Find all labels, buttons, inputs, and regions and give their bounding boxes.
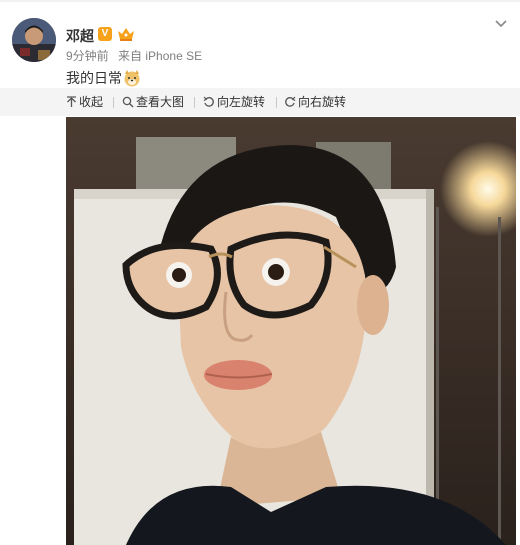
source-prefix: 来自 [118, 49, 143, 63]
user-avatar[interactable] [12, 18, 56, 62]
rotate-left-icon [203, 96, 214, 107]
arrow-up-icon [67, 96, 76, 107]
rotate-right-icon [285, 96, 296, 107]
view-large-label: 查看大图 [136, 95, 185, 109]
collapse-label: 收起 [79, 95, 104, 109]
post-source[interactable]: iPhone SE [145, 49, 202, 63]
rotate-left-button[interactable]: 向左旋转 [203, 88, 265, 116]
vip-crown-icon[interactable] [117, 26, 135, 42]
doge-emoji-icon [123, 69, 141, 90]
image-toolbar: 收起 查看大图 向左旋转 向右旋转 [0, 88, 520, 116]
post-photo[interactable] [66, 117, 516, 545]
post-text-content: 我的日常 [66, 70, 122, 86]
verified-icon: V [98, 27, 112, 41]
toolbar-divider [113, 97, 114, 108]
collapse-button[interactable]: 收起 [66, 88, 103, 116]
username[interactable]: 邓超 [66, 26, 94, 46]
rotate-right-button[interactable]: 向右旋转 [284, 88, 346, 116]
post-text: 我的日常 [66, 68, 141, 90]
post-time[interactable]: 9分钟前 [66, 49, 109, 63]
search-icon [122, 96, 134, 108]
rotate-left-label: 向左旋转 [217, 95, 266, 109]
view-large-button[interactable]: 查看大图 [122, 88, 184, 116]
toolbar-divider [194, 97, 195, 108]
toolbar-divider [276, 97, 277, 108]
post-meta: 9分钟前 来自 iPhone SE [66, 47, 202, 64]
rotate-right-label: 向右旋转 [298, 95, 347, 109]
top-divider [0, 0, 520, 2]
chevron-down-icon[interactable] [494, 17, 508, 31]
